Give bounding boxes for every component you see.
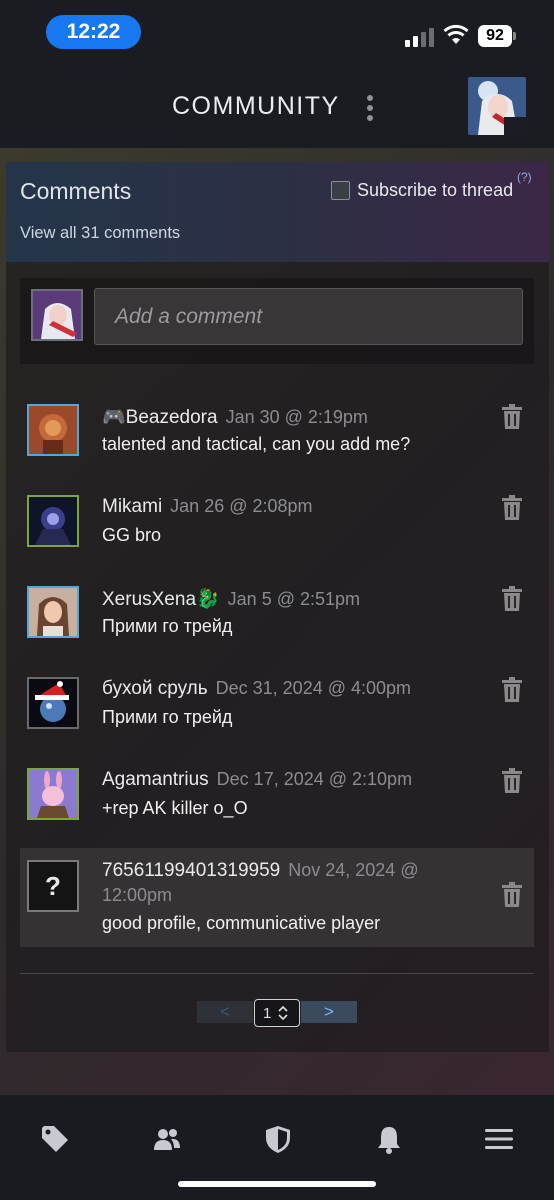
comment-timestamp: Jan 5 @ 2:51pm — [227, 589, 361, 609]
comment-item: Agamantrius Dec 17, 2024 @ 2:10pm +rep AK… — [20, 757, 534, 837]
comment-timestamp: Dec 31, 2024 @ 4:00pm — [215, 678, 412, 698]
view-all-comments-link[interactable]: View all 31 comments — [20, 224, 180, 243]
commenter-name[interactable]: XerusXena🐉 Jan 5 @ 2:51pm — [102, 587, 360, 611]
comment-timestamp: Jan 26 @ 2:08pm — [170, 496, 313, 516]
divider — [20, 973, 534, 974]
comment-item: ? 76561199401319959 Nov 24, 2024 @ 12:00p… — [20, 848, 534, 947]
subscribe-toggle[interactable]: Subscribe to thread — [331, 180, 513, 201]
menu-icon[interactable] — [484, 1124, 514, 1154]
comment-text: good profile, communicative player — [102, 913, 381, 933]
commenter-name-text[interactable]: 76561199401319959 — [102, 860, 280, 881]
delete-comment-icon[interactable] — [501, 677, 523, 702]
wifi-icon — [443, 24, 469, 44]
notifications-bell-icon[interactable] — [374, 1124, 404, 1154]
commenter-avatar[interactable]: ? — [27, 860, 79, 912]
page-title: COMMUNITY — [172, 92, 340, 120]
my-avatar — [31, 289, 83, 341]
friends-icon[interactable] — [152, 1124, 182, 1154]
comment-item: 🎮Beazedora Jan 30 @ 2:19pm talented and t… — [20, 393, 534, 473]
comment-timestamp: Dec 17, 2024 @ 2:10pm — [216, 769, 413, 789]
commenter-name-text[interactable]: бухой сруль — [102, 678, 208, 699]
previous-page-button[interactable]: < — [197, 1001, 253, 1023]
commenter-name[interactable]: Agamantrius Dec 17, 2024 @ 2:10pm — [102, 769, 412, 791]
page-number: 1 — [263, 1004, 272, 1022]
commenter-name-text[interactable]: XerusXena🐉 — [102, 589, 220, 610]
comment-text: Прими го трейд — [102, 616, 233, 636]
subscribe-checkbox[interactable] — [331, 181, 350, 200]
commenter-name[interactable]: Mikami Jan 26 @ 2:08pm — [102, 496, 313, 518]
user-avatar[interactable] — [468, 77, 526, 135]
comment-timestamp: Jan 30 @ 2:19pm — [225, 407, 368, 427]
status-bar: 12:22 92 — [0, 0, 554, 60]
commenter-name[interactable]: 76561199401319959 Nov 24, 2024 @ — [102, 860, 419, 882]
more-options-icon[interactable] — [366, 95, 374, 121]
add-comment-input[interactable]: Add a comment — [94, 288, 523, 345]
comments-title: Comments — [20, 178, 132, 204]
page-select[interactable]: 1 — [254, 999, 300, 1027]
app-header: COMMUNITY — [0, 60, 554, 148]
comment-item: XerusXena🐉 Jan 5 @ 2:51pm Прими го трейд — [20, 575, 534, 655]
chevron-updown-icon — [278, 1005, 288, 1021]
home-indicator[interactable] — [178, 1181, 376, 1187]
commenter-avatar[interactable] — [27, 768, 79, 820]
status-time: 12:22 — [46, 15, 141, 49]
shield-icon[interactable] — [263, 1124, 293, 1154]
commenter-avatar[interactable] — [27, 495, 79, 547]
commenter-name[interactable]: 🎮Beazedora Jan 30 @ 2:19pm — [102, 405, 368, 429]
next-page-button[interactable]: > — [301, 1001, 357, 1023]
delete-comment-icon[interactable] — [501, 495, 523, 520]
comment-text: +rep AK killer o_O — [102, 798, 248, 818]
comments-panel-header — [6, 162, 549, 262]
comment-text: Прими го трейд — [102, 707, 233, 727]
battery-tip — [513, 32, 516, 40]
commenter-name-text[interactable]: Mikami — [102, 496, 162, 517]
comment-item: Mikami Jan 26 @ 2:08pm GG bro — [20, 484, 534, 564]
commenter-name[interactable]: бухой сруль Dec 31, 2024 @ 4:00pm — [102, 678, 411, 700]
delete-comment-icon[interactable] — [501, 404, 523, 429]
comment-text: GG bro — [102, 525, 162, 545]
comment-timestamp: Nov 24, 2024 @ — [288, 860, 419, 880]
commenter-avatar[interactable] — [27, 677, 79, 729]
comment-timestamp-continued: 12:00pm — [102, 885, 173, 905]
commenter-avatar[interactable] — [27, 404, 79, 456]
unknown-avatar-mark: ? — [45, 870, 61, 901]
store-tag-icon[interactable] — [40, 1124, 70, 1154]
delete-comment-icon[interactable] — [501, 768, 523, 793]
comment-text: talented and tactical, can you add me? — [102, 434, 411, 454]
battery-indicator: 92 — [478, 25, 512, 47]
delete-comment-icon[interactable] — [501, 586, 523, 611]
help-link[interactable]: (?) — [517, 170, 532, 184]
comment-item: бухой сруль Dec 31, 2024 @ 4:00pm Прими г… — [20, 666, 534, 746]
commenter-avatar[interactable] — [27, 586, 79, 638]
commenter-name-text[interactable]: Agamantrius — [102, 769, 209, 790]
commenter-name-text[interactable]: 🎮Beazedora — [102, 407, 218, 428]
subscribe-label[interactable]: Subscribe to thread — [357, 180, 513, 201]
delete-comment-icon[interactable] — [501, 882, 523, 907]
cellular-signal-icon — [405, 27, 435, 47]
